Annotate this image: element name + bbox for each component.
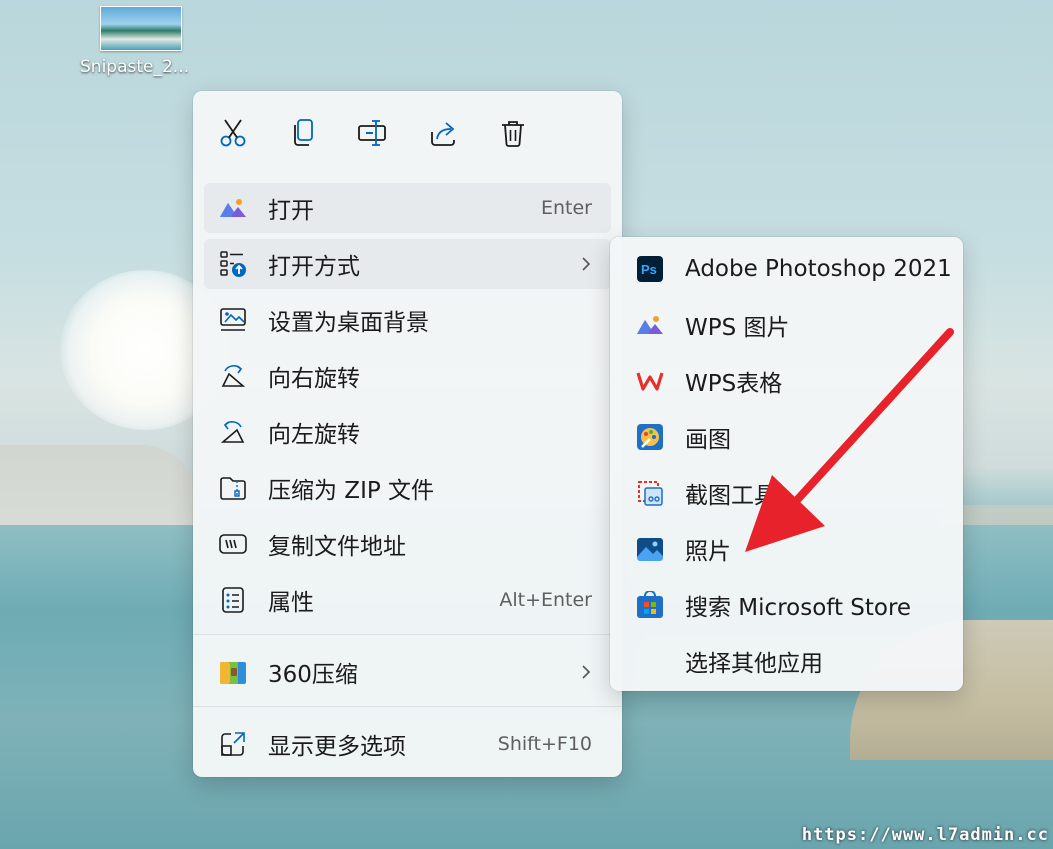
properties-icon: [218, 585, 248, 615]
svg-text:Ps: Ps: [641, 262, 657, 277]
context-toolbar: [207, 107, 539, 161]
menu-item-360-compress[interactable]: 360压缩: [204, 647, 611, 697]
store-icon: [635, 590, 665, 620]
menu-item-shortcut: Shift+F10: [497, 733, 592, 755]
submenu-item-label: 画图: [685, 427, 731, 453]
show-more-icon: [218, 729, 248, 759]
annotation-arrow: [745, 328, 954, 552]
photos-app-icon: [218, 193, 248, 223]
share-icon: [431, 122, 455, 146]
wallpaper-icon: [218, 305, 248, 335]
copy-button[interactable]: [277, 107, 329, 159]
chevron-right-icon: [581, 256, 591, 272]
open-with-icon: [218, 249, 248, 279]
menu-item-label: 向左旋转: [268, 422, 360, 448]
submenu-item-label: 照片: [685, 539, 731, 565]
copy-icon: [294, 119, 313, 146]
submenu-item-label: Adobe Photoshop 2021: [685, 256, 952, 282]
menu-item-label: 设置为桌面背景: [268, 310, 429, 336]
submenu-item-photoshop[interactable]: Ps Adobe Photoshop 2021: [621, 244, 952, 294]
wps-picture-icon: [635, 310, 665, 340]
paint-icon: [635, 422, 665, 452]
zip-folder-icon: [218, 473, 248, 503]
menu-item-label: 打开方式: [268, 254, 360, 280]
copy-path-icon: [218, 529, 248, 559]
menu-item-compress-zip[interactable]: 压缩为 ZIP 文件: [204, 463, 611, 513]
wps-sheet-icon: [635, 366, 665, 396]
menu-item-show-more[interactable]: 显示更多选项 Shift+F10: [204, 719, 611, 769]
menu-item-label: 向右旋转: [268, 366, 360, 392]
scissors-icon: [220, 119, 246, 147]
chevron-right-icon: [581, 664, 591, 680]
menu-item-open-with[interactable]: 打开方式: [204, 239, 611, 289]
desktop-file-icon[interactable]: Snipaste_2...: [80, 6, 210, 77]
menu-separator: [193, 706, 622, 707]
menu-item-label: 复制文件地址: [268, 534, 406, 560]
menu-item-label: 打开: [268, 198, 314, 224]
submenu-item-label: 搜索 Microsoft Store: [685, 595, 912, 621]
menu-item-rotate-left[interactable]: 向左旋转: [204, 407, 611, 457]
menu-item-set-wallpaper[interactable]: 设置为桌面背景: [204, 295, 611, 345]
menu-item-label: 显示更多选项: [268, 734, 406, 760]
archive-360-icon: [218, 657, 248, 687]
submenu-item-label: 选择其他应用: [685, 651, 823, 677]
delete-button[interactable]: [487, 107, 539, 159]
share-button[interactable]: [417, 107, 469, 159]
rename-button[interactable]: [347, 107, 399, 159]
desktop-file-label: Snipaste_2...: [80, 57, 190, 77]
cut-button[interactable]: [207, 107, 259, 159]
submenu-item-microsoft-store[interactable]: 搜索 Microsoft Store: [621, 580, 952, 630]
background-shore: [0, 445, 200, 525]
photos-icon: [635, 534, 665, 564]
menu-item-label: 属性: [268, 590, 314, 616]
menu-item-label: 360压缩: [268, 662, 358, 688]
menu-item-copy-path[interactable]: 复制文件地址: [204, 519, 611, 569]
trash-icon: [502, 121, 524, 147]
submenu-item-choose-other-app[interactable]: 选择其他应用: [621, 636, 952, 686]
image-thumbnail: [100, 6, 182, 51]
rotate-left-icon: [218, 417, 248, 447]
menu-item-rotate-right[interactable]: 向右旋转: [204, 351, 611, 401]
menu-item-label: 压缩为 ZIP 文件: [268, 478, 435, 504]
menu-item-open[interactable]: 打开 Enter: [204, 183, 611, 233]
menu-item-shortcut: Enter: [541, 197, 592, 219]
rename-icon: [358, 120, 386, 146]
snipping-tool-icon: [635, 478, 665, 508]
blank-icon-slot: [635, 646, 665, 676]
menu-separator: [193, 634, 622, 635]
menu-item-shortcut: Alt+Enter: [499, 589, 592, 611]
menu-item-properties[interactable]: 属性 Alt+Enter: [204, 575, 611, 625]
photoshop-icon: Ps: [635, 254, 665, 284]
rotate-right-icon: [218, 361, 248, 391]
watermark-text: https://www.l7admin.cc: [801, 825, 1049, 845]
context-menu: 打开 Enter 打开方式 设置为桌面背景 向右旋转 向左旋转 压缩为 ZIP …: [193, 91, 622, 777]
